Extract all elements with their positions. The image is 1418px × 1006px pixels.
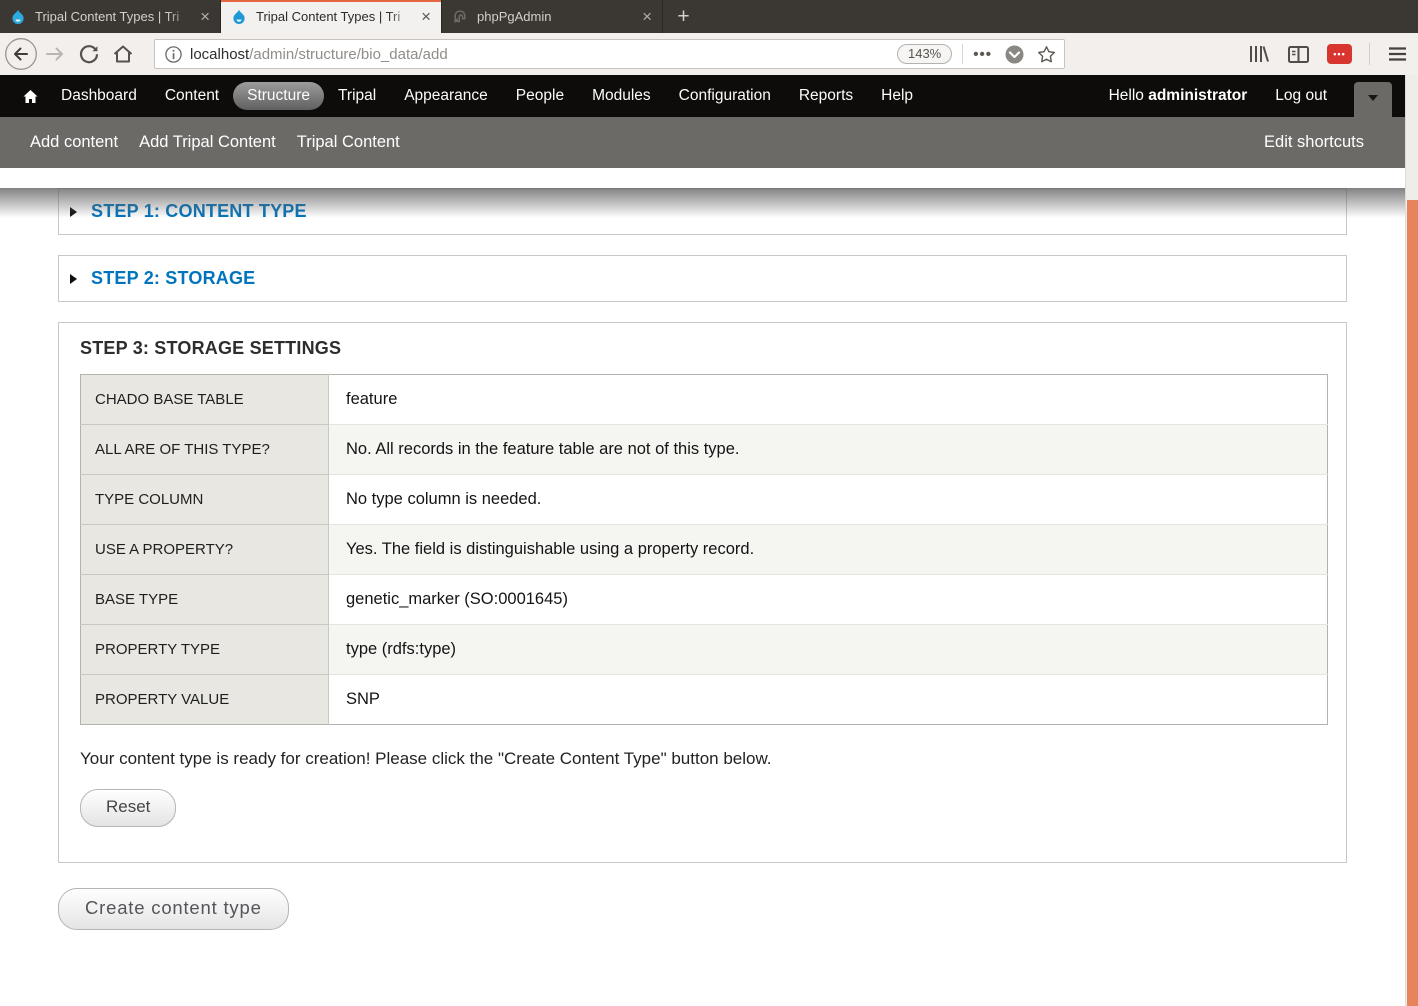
admin-menu-tripal[interactable]: Tripal	[324, 82, 390, 110]
storage-settings-table: CHADO BASE TABLE feature ALL ARE OF THIS…	[80, 374, 1328, 725]
tab-title: Tripal Content Types | Tri	[35, 9, 196, 24]
table-row: BASE TYPE genetic_marker (SO:0001645)	[81, 575, 1328, 625]
drupal-admin-menu-bar: Dashboard Content Structure Tripal Appea…	[0, 75, 1405, 117]
admin-menu-help[interactable]: Help	[867, 82, 927, 110]
table-row: PROPERTY VALUE SNP	[81, 675, 1328, 725]
row-value: Yes. The field is distinguishable using …	[329, 525, 1328, 575]
browser-toolbar: localhost/admin/structure/bio_data/add 1…	[0, 33, 1418, 75]
drupal-favicon-icon	[231, 9, 247, 25]
divider	[1369, 43, 1370, 65]
row-label: BASE TYPE	[81, 575, 329, 625]
tab-title: Tripal Content Types | Tri	[256, 9, 417, 24]
extension-addon-icon[interactable]: •••	[1327, 44, 1352, 64]
admin-menu-appearance[interactable]: Appearance	[390, 82, 502, 110]
forward-button[interactable]	[38, 37, 72, 71]
page-content: STEP 1: CONTENT TYPE STEP 2: STORAGE STE…	[0, 188, 1418, 1006]
toolbar-right-icons: •••	[1246, 43, 1410, 65]
tab-close-icon[interactable]: ×	[640, 8, 654, 25]
home-button[interactable]	[106, 37, 140, 71]
admin-home-icon[interactable]	[22, 88, 39, 105]
tab-close-icon[interactable]: ×	[198, 8, 212, 25]
admin-menu-people[interactable]: People	[502, 82, 578, 110]
reload-icon[interactable]	[72, 37, 106, 71]
zoom-level-badge[interactable]: 143%	[897, 44, 952, 64]
drupal-favicon-icon	[10, 9, 26, 25]
admin-menu-modules[interactable]: Modules	[578, 82, 665, 110]
new-tab-button[interactable]: +	[662, 0, 704, 33]
admin-bar-right: Hello administrator Log out	[1095, 87, 1341, 105]
user-greeting: Hello administrator	[1095, 87, 1262, 105]
tab-close-icon[interactable]: ×	[419, 8, 433, 25]
table-row: TYPE COLUMN No type column is needed.	[81, 475, 1328, 525]
admin-menu-content[interactable]: Content	[151, 82, 233, 110]
menu-hamburger-icon[interactable]	[1387, 45, 1408, 63]
divider	[962, 44, 963, 64]
admin-menu-dashboard[interactable]: Dashboard	[47, 82, 151, 110]
collapsed-arrow-icon	[70, 207, 82, 217]
browser-tab-1[interactable]: Tripal Content Types | Tri ×	[0, 0, 220, 33]
pocket-icon[interactable]	[1005, 45, 1024, 64]
row-value: type (rdfs:type)	[329, 625, 1328, 675]
library-icon[interactable]	[1246, 43, 1270, 65]
shortcut-tripal-content[interactable]: Tripal Content	[297, 133, 400, 152]
row-value: SNP	[329, 675, 1328, 725]
row-value: No. All records in the feature table are…	[329, 425, 1328, 475]
table-row: PROPERTY TYPE type (rdfs:type)	[81, 625, 1328, 675]
step3-fieldset: STEP 3: STORAGE SETTINGS CHADO BASE TABL…	[58, 322, 1347, 863]
step3-title: STEP 3: STORAGE SETTINGS	[80, 338, 1328, 359]
site-info-icon[interactable]	[165, 46, 182, 63]
row-value: No type column is needed.	[329, 475, 1328, 525]
admin-menu-structure[interactable]: Structure	[233, 82, 324, 110]
shortcuts-bar: Add content Add Tripal Content Tripal Co…	[0, 117, 1405, 168]
phppgadmin-favicon-icon	[452, 9, 468, 25]
username: administrator	[1148, 87, 1247, 104]
tab-title: phpPgAdmin	[477, 9, 638, 24]
browser-tab-strip: Tripal Content Types | Tri × Tripal Cont…	[0, 0, 1418, 33]
edit-shortcuts-link[interactable]: Edit shortcuts	[1264, 133, 1364, 152]
url-path: /admin/structure/bio_data/add	[249, 46, 447, 63]
page-actions-icon[interactable]: •••	[973, 46, 992, 63]
shortcut-add-tripal-content[interactable]: Add Tripal Content	[139, 133, 276, 152]
step2-title-link[interactable]: STEP 2: STORAGE	[91, 268, 255, 289]
step1-title-link[interactable]: STEP 1: CONTENT TYPE	[91, 201, 307, 222]
url-host: localhost	[190, 46, 249, 63]
chevron-down-icon	[1368, 95, 1378, 106]
back-button[interactable]	[4, 37, 38, 71]
table-row: ALL ARE OF THIS TYPE? No. All records in…	[81, 425, 1328, 475]
ready-note: Your content type is ready for creation!…	[80, 749, 1328, 769]
admin-menu-reports[interactable]: Reports	[785, 82, 867, 110]
row-value: genetic_marker (SO:0001645)	[329, 575, 1328, 625]
row-label: ALL ARE OF THIS TYPE?	[81, 425, 329, 475]
row-label: PROPERTY TYPE	[81, 625, 329, 675]
toolbar-toggle-button[interactable]	[1354, 82, 1392, 117]
row-label: TYPE COLUMN	[81, 475, 329, 525]
create-content-type-button[interactable]: Create content type	[58, 888, 289, 930]
browser-tab-2-active[interactable]: Tripal Content Types | Tri ×	[221, 0, 441, 33]
step2-fieldset[interactable]: STEP 2: STORAGE	[58, 255, 1347, 302]
sidebar-toggle-icon[interactable]	[1287, 44, 1310, 65]
scrollbar-thumb[interactable]	[1407, 200, 1418, 1006]
logout-link[interactable]: Log out	[1261, 87, 1341, 105]
row-value: feature	[329, 375, 1328, 425]
shortcut-add-content[interactable]: Add content	[30, 133, 118, 152]
reset-button[interactable]: Reset	[80, 789, 176, 827]
collapsed-arrow-icon	[70, 274, 82, 284]
row-label: PROPERTY VALUE	[81, 675, 329, 725]
step1-fieldset[interactable]: STEP 1: CONTENT TYPE	[58, 188, 1347, 235]
admin-menu-configuration[interactable]: Configuration	[665, 82, 785, 110]
row-label: USE A PROPERTY?	[81, 525, 329, 575]
table-row: USE A PROPERTY? Yes. The field is distin…	[81, 525, 1328, 575]
url-text: localhost/admin/structure/bio_data/add	[190, 46, 897, 63]
bookmark-star-icon[interactable]	[1037, 45, 1056, 64]
scrollbar-track[interactable]	[1405, 75, 1418, 1006]
row-label: CHADO BASE TABLE	[81, 375, 329, 425]
url-bar[interactable]: localhost/admin/structure/bio_data/add 1…	[154, 39, 1065, 69]
table-row: CHADO BASE TABLE feature	[81, 375, 1328, 425]
browser-tab-3[interactable]: phpPgAdmin ×	[442, 0, 662, 33]
